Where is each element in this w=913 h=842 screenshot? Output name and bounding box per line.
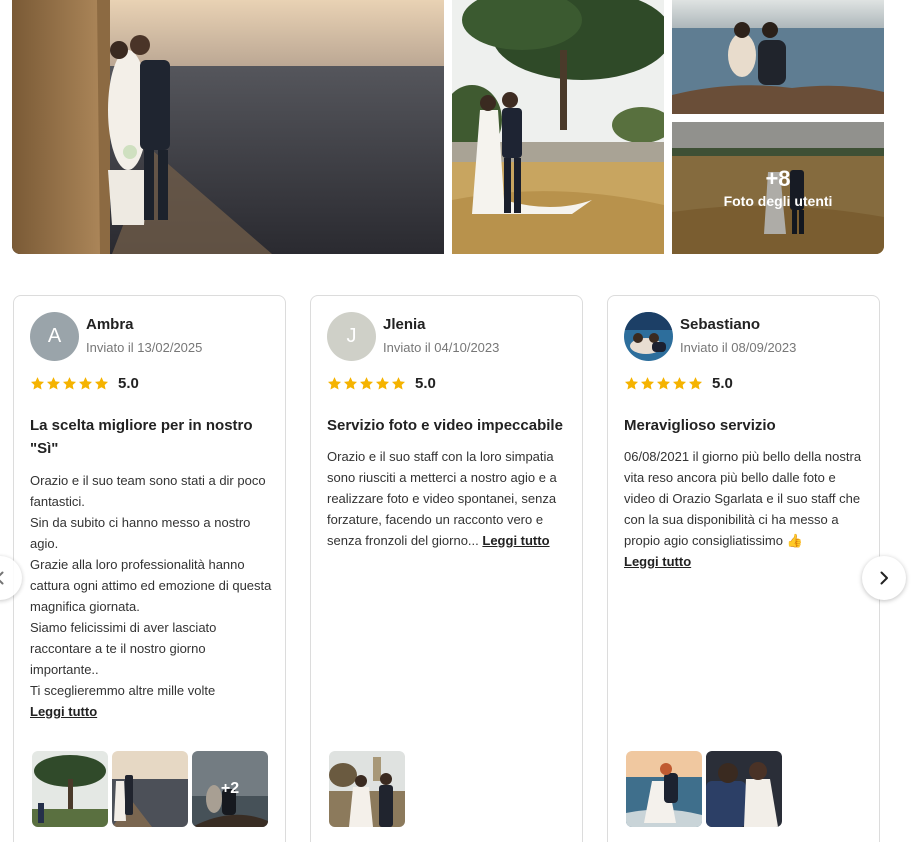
- review-photo-thumb[interactable]: [329, 751, 405, 827]
- reviewer-name: Ambra: [86, 316, 134, 333]
- avatar: [624, 312, 673, 361]
- star-icon: [94, 377, 109, 390]
- star-rating: [327, 376, 406, 391]
- review-photos: [626, 751, 782, 827]
- read-more-link[interactable]: Leggi tutto: [624, 551, 868, 572]
- star-icon: [375, 377, 390, 390]
- review-title: Meraviglioso servizio: [624, 417, 776, 434]
- avatar-letter: J: [346, 325, 357, 347]
- star-icon: [62, 377, 77, 390]
- chevron-left-icon: [0, 571, 4, 585]
- star-icon: [672, 377, 687, 390]
- star-icon: [359, 377, 374, 390]
- star-icon: [30, 377, 45, 390]
- review-body: Orazio e il suo staff con la loro simpat…: [327, 446, 571, 551]
- more-photos-label: Foto degli utenti: [723, 193, 833, 209]
- review-paragraph: 06/08/2021 il giorno più bello della nos…: [624, 449, 862, 548]
- review-photo-thumb[interactable]: [706, 751, 782, 827]
- review-date: Inviato il 08/09/2023: [680, 340, 797, 355]
- review-card: A Ambra Inviato il 13/02/2025 5.0 La sce…: [13, 295, 286, 842]
- star-icon: [391, 377, 406, 390]
- review-photo-thumb[interactable]: [32, 751, 108, 827]
- star-rating: [30, 376, 109, 391]
- gallery-photo-more-users[interactable]: +8 Foto degli utenti: [672, 122, 884, 254]
- review-date: Inviato il 13/02/2025: [86, 340, 203, 355]
- review-body: Orazio e il suo team sono stati a dir po…: [30, 470, 274, 722]
- rating: 5.0: [30, 375, 139, 392]
- review-card: Sebastiano Inviato il 08/09/2023 5.0 Mer…: [607, 295, 880, 842]
- rating-value: 5.0: [415, 375, 436, 392]
- star-rating: [624, 376, 703, 391]
- carousel-next-button[interactable]: [862, 556, 906, 600]
- chevron-right-icon: [880, 571, 888, 585]
- review-photo-thumb[interactable]: +2: [192, 751, 268, 827]
- review-photo-thumb[interactable]: [112, 751, 188, 827]
- rating: 5.0: [624, 375, 733, 392]
- gallery-photo-couple-rocks[interactable]: [672, 0, 884, 114]
- review-photos: [329, 751, 405, 827]
- rating-value: 5.0: [118, 375, 139, 392]
- read-more-link[interactable]: Leggi tutto: [482, 533, 549, 548]
- review-card: J Jlenia Inviato il 04/10/2023 5.0 Servi…: [310, 295, 583, 842]
- review-title: Servizio foto e video impeccabile: [327, 417, 563, 434]
- star-icon: [78, 377, 93, 390]
- review-title: La scelta migliore per in nostro "Sì": [30, 417, 253, 457]
- more-photos-count: +8: [765, 166, 791, 191]
- review-paragraph: Grazie alla loro professionalità hanno c…: [30, 557, 272, 614]
- avatar-photo: [624, 312, 673, 361]
- reviewer-name: Sebastiano: [680, 316, 761, 333]
- read-more-link[interactable]: Leggi tutto: [30, 701, 274, 722]
- star-icon: [327, 377, 342, 390]
- review-paragraph: Ti sceglieremmo altre mille volte: [30, 683, 216, 698]
- star-icon: [46, 377, 61, 390]
- avatar-letter: A: [47, 325, 62, 347]
- star-icon: [343, 377, 358, 390]
- avatar: J: [327, 312, 376, 361]
- reviewer-name: Jlenia: [383, 316, 426, 333]
- avatar: A: [30, 312, 79, 361]
- review-paragraph: Sin da subito ci hanno messo a nostro ag…: [30, 515, 251, 551]
- review-paragraph: Siamo felicissimi di aver lasciato racco…: [30, 620, 217, 677]
- review-paragraph: Orazio e il suo team sono stati a dir po…: [30, 473, 266, 509]
- more-review-photos-count: +2: [192, 751, 268, 827]
- star-icon: [688, 377, 703, 390]
- rating-value: 5.0: [712, 375, 733, 392]
- review-date: Inviato il 04/10/2023: [383, 340, 500, 355]
- review-photos: +2: [32, 751, 268, 827]
- photo-gallery: +8 Foto degli utenti: [12, 0, 884, 254]
- gallery-photo-couple-sea-wall[interactable]: [12, 0, 444, 254]
- star-icon: [656, 377, 671, 390]
- star-icon: [624, 377, 639, 390]
- star-icon: [640, 377, 655, 390]
- rating: 5.0: [327, 375, 436, 392]
- more-photos-overlay[interactable]: +8 Foto degli utenti: [672, 122, 884, 254]
- gallery-photo-couple-countryside[interactable]: [452, 0, 664, 254]
- review-body: 06/08/2021 il giorno più bello della nos…: [624, 446, 868, 572]
- review-photo-thumb[interactable]: [626, 751, 702, 827]
